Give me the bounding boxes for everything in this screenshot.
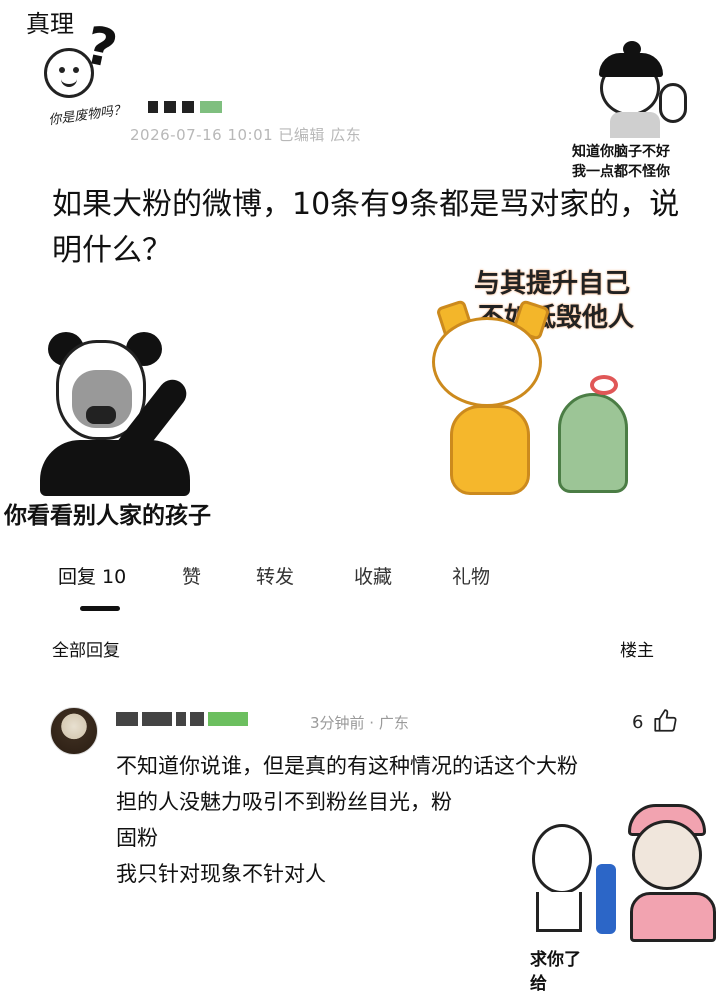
panda-caption: 你看看别人家的孩子 bbox=[4, 503, 211, 529]
thumbs-up-icon[interactable] bbox=[652, 708, 678, 734]
post-meta: 2026-07-16 10:01 已编辑 広东 bbox=[130, 126, 362, 144]
meme-caption-line: 求你了 bbox=[530, 950, 581, 970]
tab-reposts[interactable]: 转发 bbox=[256, 562, 294, 589]
comment-line: 不知道你说谁，但是真的有这种情况的话这个大粉 bbox=[116, 754, 578, 778]
comment-author-name-redacted[interactable] bbox=[116, 708, 296, 728]
cat-caption-line: 与其提升自己 bbox=[474, 269, 631, 299]
comment-meta: 3分钟前 · 广东 bbox=[310, 714, 409, 732]
tab-replies[interactable]: 回复 10 bbox=[58, 562, 126, 589]
tab-favorites[interactable]: 收藏 bbox=[354, 562, 392, 589]
meme-caption-line: 知道你脑子不好 bbox=[572, 144, 670, 160]
meme-caption-top-right: 知道你脑子不好 我一点都不怪你 bbox=[572, 142, 712, 182]
tab-likes[interactable]: 赞 bbox=[182, 562, 201, 589]
like-count: 6 bbox=[632, 712, 644, 733]
meme-title: 真理 bbox=[26, 10, 74, 38]
bathing-meme-sticker: 求你了 给 bbox=[520, 800, 720, 1000]
meme-caption: 你是废物吗？ bbox=[47, 102, 127, 129]
post-author-name-redacted[interactable] bbox=[148, 98, 268, 114]
panda-meme-sticker: 你看看别人家的孩子 bbox=[0, 310, 250, 540]
cat-dino-meme-sticker: 与其提升自己 不如诋毁他人 bbox=[420, 255, 680, 505]
meme-caption-line: 给 bbox=[530, 974, 547, 994]
meme-caption-line: 我一点都不怪你 bbox=[572, 164, 670, 180]
op-only-filter[interactable]: 楼主 bbox=[620, 636, 654, 661]
tab-gifts[interactable]: 礼物 bbox=[452, 562, 490, 589]
meme-girl-sticker bbox=[599, 41, 687, 123]
active-tab-indicator bbox=[80, 606, 120, 611]
meme-face-sticker bbox=[44, 48, 94, 98]
all-replies-filter[interactable]: 全部回复 bbox=[52, 636, 120, 661]
meme-caption-bottom-right: 求你了 给 bbox=[530, 948, 581, 996]
avatar[interactable] bbox=[50, 707, 98, 755]
meme-girl-body bbox=[610, 112, 660, 138]
